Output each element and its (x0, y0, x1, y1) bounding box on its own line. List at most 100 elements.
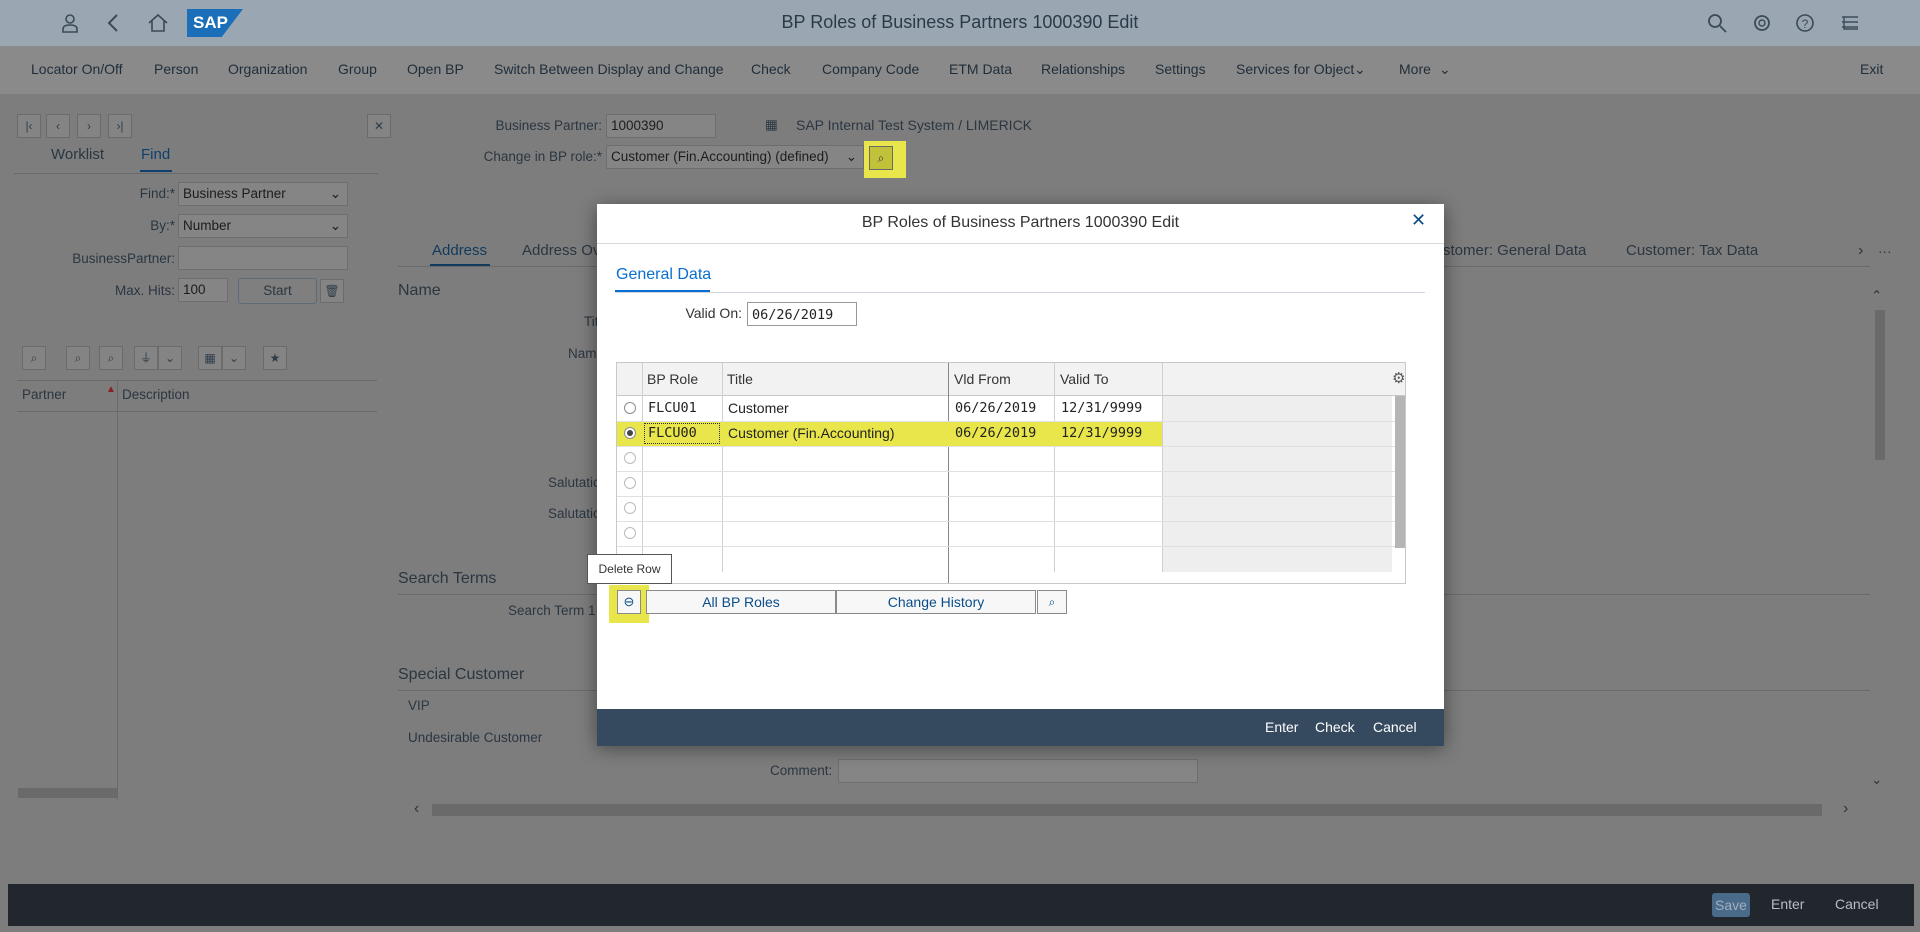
all-bp-roles-button[interactable]: All BP Roles (646, 590, 836, 614)
tab-customer-general[interactable]: stomer: General Data (1443, 242, 1586, 259)
col-title[interactable]: Title (727, 371, 753, 387)
menu-services-for-object[interactable]: Services for Object (1236, 46, 1354, 94)
menu-relationships[interactable]: Relationships (1041, 46, 1125, 94)
col-bp-role[interactable]: BP Role (647, 371, 698, 387)
by-select[interactable]: Number ⌄ (178, 214, 348, 238)
chevron-right-icon[interactable]: › (1843, 800, 1848, 818)
chevron-up-icon[interactable]: ⌃ (1871, 288, 1882, 304)
chevron-right-icon[interactable]: › (1858, 242, 1863, 260)
enter-button[interactable]: Enter (1771, 896, 1804, 912)
menu-etm-data[interactable]: ETM Data (949, 46, 1012, 94)
chevron-down-icon[interactable]: ⌄ (158, 346, 182, 370)
favorite-icon[interactable]: ★ (263, 346, 287, 370)
tab-customer-tax[interactable]: Customer: Tax Data (1626, 242, 1758, 259)
vertical-scrollbar[interactable] (1395, 396, 1405, 548)
menu-group[interactable]: Group (338, 46, 377, 94)
menu-more[interactable]: More (1399, 46, 1431, 94)
col-valid-from[interactable]: Vld From (954, 371, 1011, 387)
copilot-icon[interactable] (1750, 11, 1774, 35)
dialog-check-button[interactable]: Check (1315, 719, 1355, 735)
undesirable-label: Undesirable Customer (408, 730, 543, 745)
zoom-icon[interactable]: ⌕ (22, 346, 46, 370)
max-hits-input[interactable]: 100 (178, 278, 228, 302)
next-icon[interactable]: › (77, 114, 101, 138)
tab-address-overview[interactable]: Address Ov (522, 242, 600, 259)
dialog-tab-general[interactable]: General Data (616, 266, 711, 284)
row-select-radio[interactable] (624, 477, 636, 489)
dialog-cancel-button[interactable]: Cancel (1373, 719, 1417, 735)
filter-icon[interactable]: ⏚ (134, 346, 158, 370)
row-valid-to[interactable]: 12/31/9999 (1061, 425, 1142, 441)
col-partner[interactable]: Partner (22, 387, 66, 402)
change-history-button[interactable]: Change History (836, 590, 1036, 614)
menu-organization[interactable]: Organization (228, 46, 307, 94)
back-icon[interactable] (102, 11, 126, 35)
first-page-icon[interactable]: |‹ (17, 114, 41, 138)
close-icon[interactable]: ✕ (1411, 210, 1426, 231)
row-valid-to[interactable]: 12/31/9999 (1061, 400, 1142, 416)
row-bp-role[interactable]: FLCU01 (648, 400, 697, 416)
save-button[interactable]: Save (1712, 893, 1750, 917)
menu-settings[interactable]: Settings (1155, 46, 1206, 94)
cancel-button[interactable]: Cancel (1835, 896, 1879, 912)
tab-find[interactable]: Find (141, 146, 170, 163)
row-select-radio[interactable] (624, 502, 636, 514)
row-select-radio[interactable] (624, 452, 636, 464)
menu-open-bp[interactable]: Open BP (407, 46, 464, 94)
chevron-down-icon[interactable]: ⌄ (1439, 46, 1451, 94)
menu-check[interactable]: Check (751, 46, 791, 94)
header-role-select[interactable]: Customer (Fin.Accounting) (defined) ⌄ (606, 145, 864, 169)
chevron-down-icon[interactable]: ⌄ (222, 346, 246, 370)
layout-icon[interactable]: ▦ (198, 346, 222, 370)
chevron-down-icon[interactable]: ⌄ (1354, 46, 1366, 94)
row-valid-from[interactable]: 06/26/2019 (955, 425, 1036, 441)
row-valid-from[interactable]: 06/26/2019 (955, 400, 1036, 416)
row-bp-role[interactable]: FLCU00 (648, 425, 697, 441)
menu-exit[interactable]: Exit (1860, 46, 1883, 94)
row-select-radio[interactable] (624, 527, 636, 539)
col-valid-to[interactable]: Valid To (1060, 371, 1109, 387)
chevron-down-icon[interactable]: ⌄ (1871, 772, 1882, 788)
notifications-icon[interactable] (1838, 11, 1862, 35)
chevron-left-icon[interactable]: ‹ (414, 800, 419, 818)
menu-locator[interactable]: Locator On/Off (31, 46, 123, 94)
comment-input[interactable] (838, 759, 1198, 783)
tab-address[interactable]: Address (432, 242, 487, 259)
last-page-icon[interactable]: ›| (108, 114, 132, 138)
name-label: Nam (568, 346, 597, 361)
row-select-radio[interactable] (624, 402, 636, 414)
horizontal-scrollbar[interactable] (18, 788, 118, 798)
settings-icon[interactable]: ⚙ (1392, 369, 1405, 387)
business-partner-input[interactable] (178, 246, 348, 270)
details-icon[interactable]: ⌕ (1037, 590, 1067, 614)
vertical-scrollbar[interactable] (1875, 310, 1885, 460)
search-icon[interactable]: ⌕ (66, 346, 90, 370)
find-select[interactable]: Business Partner ⌄ (178, 182, 348, 206)
column-divider (948, 363, 949, 583)
menu-company-code[interactable]: Company Code (822, 46, 919, 94)
menu-person[interactable]: Person (154, 46, 198, 94)
dialog-enter-button[interactable]: Enter (1265, 719, 1298, 735)
row-select-radio[interactable] (624, 427, 636, 439)
row-title[interactable]: Customer (Fin.Accounting) (728, 425, 895, 441)
home-icon[interactable] (146, 11, 170, 35)
header-bp-input[interactable]: 1000390 (606, 114, 716, 138)
search-icon[interactable] (1705, 11, 1729, 35)
row-title[interactable]: Customer (728, 400, 789, 416)
by-value: Number (183, 218, 232, 233)
search-icon[interactable]: ⌕ (869, 146, 893, 170)
close-panel-icon[interactable]: ✕ (367, 114, 391, 138)
user-icon[interactable] (58, 11, 82, 35)
menu-switch-display-change[interactable]: Switch Between Display and Change (494, 46, 724, 94)
valid-on-input[interactable]: 06/26/2019 (747, 302, 857, 326)
col-description[interactable]: Description (122, 387, 190, 402)
search-next-icon[interactable]: ⌕ (99, 346, 123, 370)
delete-row-icon[interactable]: ⊖ (617, 590, 641, 614)
previous-icon[interactable]: ‹ (46, 114, 70, 138)
overflow-icon[interactable]: ··· (1878, 244, 1892, 259)
tab-worklist[interactable]: Worklist (51, 146, 104, 163)
help-icon[interactable]: ? (1793, 11, 1817, 35)
start-button[interactable]: Start (238, 278, 317, 304)
delete-icon[interactable]: 🗑 (320, 279, 344, 303)
horizontal-scrollbar[interactable] (432, 804, 1822, 816)
